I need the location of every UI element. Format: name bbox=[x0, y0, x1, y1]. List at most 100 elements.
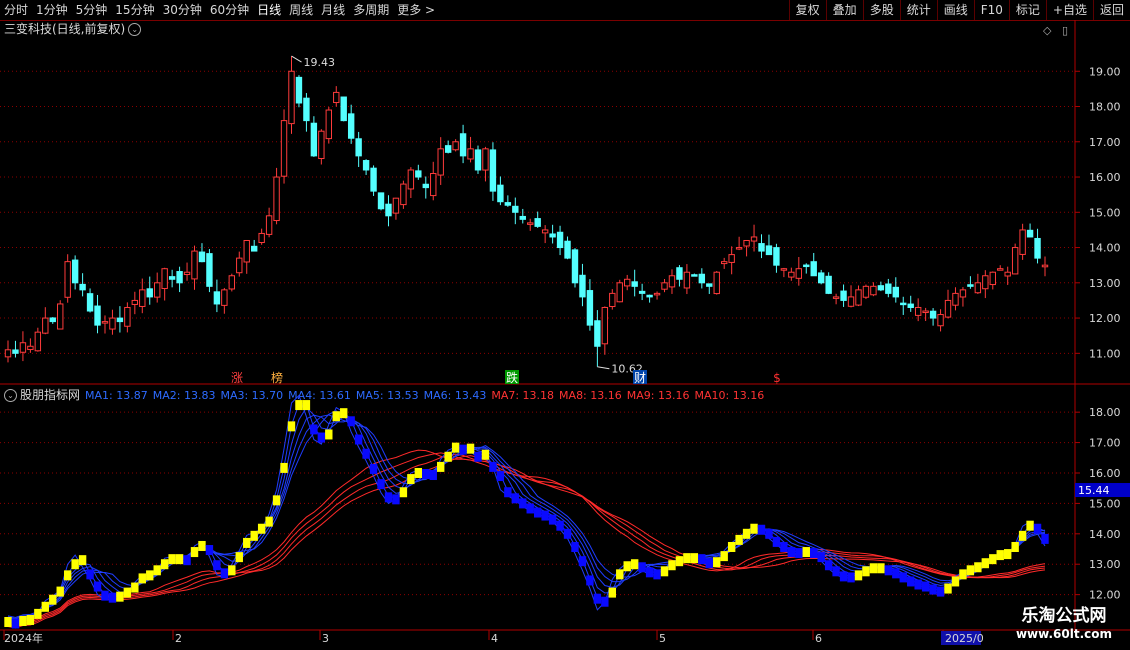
candle-body bbox=[944, 299, 952, 318]
candle-body bbox=[683, 271, 691, 289]
band-step bbox=[1026, 520, 1034, 531]
candle-body bbox=[594, 320, 601, 347]
candle-body bbox=[885, 283, 892, 294]
candle-body bbox=[407, 169, 415, 190]
ma-line-blue bbox=[7, 403, 1046, 623]
band-step bbox=[862, 566, 870, 577]
band-step bbox=[496, 471, 505, 482]
band-step bbox=[802, 547, 810, 558]
band-step bbox=[608, 587, 616, 598]
band-step bbox=[26, 614, 35, 625]
watermark-url: www.60lt.com bbox=[1015, 627, 1112, 641]
band-step bbox=[369, 463, 378, 474]
band-step bbox=[459, 444, 467, 455]
band-step bbox=[504, 487, 512, 498]
band-step bbox=[213, 560, 221, 571]
band-step bbox=[780, 541, 788, 552]
band-step bbox=[936, 586, 945, 597]
band-step bbox=[354, 434, 363, 445]
candle-body bbox=[616, 282, 623, 303]
band-step bbox=[272, 495, 281, 506]
candle-body bbox=[579, 274, 586, 298]
candle-body bbox=[362, 160, 370, 171]
band-step bbox=[519, 498, 527, 509]
candle-body bbox=[42, 317, 49, 334]
band-step bbox=[444, 451, 452, 462]
stock-chart[interactable]: 11.00 12.00 13.00 14.00 15.00 16.00 17.00 18.00… bbox=[0, 0, 1130, 650]
candle-body bbox=[467, 148, 474, 160]
candle-body bbox=[191, 250, 198, 280]
candle-body bbox=[430, 173, 437, 197]
band-step bbox=[511, 493, 520, 504]
candle-body bbox=[79, 283, 86, 291]
candle-body bbox=[139, 289, 146, 307]
candle-body bbox=[638, 290, 646, 294]
band-step bbox=[959, 569, 967, 580]
band-step bbox=[332, 411, 340, 422]
candle-body bbox=[236, 257, 243, 274]
event-marker: 榜 bbox=[271, 370, 283, 385]
candle-body bbox=[71, 259, 79, 284]
band-step bbox=[340, 408, 348, 419]
candle-body bbox=[504, 202, 512, 206]
month-label: 3 bbox=[322, 632, 329, 645]
month-label: 4 bbox=[491, 632, 498, 645]
candle-body bbox=[750, 236, 758, 242]
event-marker: 跌 bbox=[506, 370, 518, 385]
candle-body bbox=[840, 290, 847, 301]
candle-body bbox=[982, 275, 989, 290]
candle-body bbox=[795, 268, 803, 279]
high-pointer bbox=[291, 55, 302, 63]
band-step bbox=[638, 562, 646, 573]
candle-body bbox=[676, 267, 683, 280]
candle-body bbox=[154, 282, 161, 298]
band-step bbox=[11, 618, 20, 629]
candle-body bbox=[497, 184, 504, 203]
ind-tick-label: 13.00 bbox=[1089, 558, 1121, 571]
band-step bbox=[451, 442, 460, 453]
candle-body bbox=[161, 268, 168, 290]
band-step bbox=[34, 608, 42, 619]
band-step bbox=[4, 617, 12, 627]
month-label: 2 bbox=[175, 632, 182, 645]
month-label: 2024年 bbox=[4, 631, 43, 645]
band-step bbox=[630, 559, 639, 570]
candle-body bbox=[310, 122, 318, 157]
band-step bbox=[690, 553, 699, 564]
ind-tick-label: 14.00 bbox=[1089, 528, 1121, 541]
candle-body bbox=[303, 97, 310, 122]
candle-body bbox=[519, 215, 526, 220]
band-step bbox=[481, 449, 490, 460]
candle-body bbox=[116, 317, 124, 323]
band-step bbox=[668, 560, 676, 571]
candle-body bbox=[959, 289, 967, 298]
band-step bbox=[869, 563, 878, 574]
main-tick-label: 12.00 bbox=[1089, 312, 1121, 325]
month-label: 6 bbox=[815, 632, 822, 645]
candle-body bbox=[832, 296, 840, 299]
candle-body bbox=[459, 133, 467, 157]
band-step bbox=[616, 569, 624, 580]
candle-body bbox=[206, 253, 213, 287]
month-label: 5 bbox=[659, 632, 666, 645]
candle-body bbox=[176, 271, 183, 284]
main-tick-label: 13.00 bbox=[1089, 277, 1121, 290]
band-step bbox=[765, 528, 773, 539]
band-step bbox=[586, 575, 594, 586]
candle-body bbox=[183, 271, 191, 276]
band-step bbox=[295, 400, 303, 411]
candle-body bbox=[989, 271, 996, 286]
main-tick-label: 16.00 bbox=[1089, 171, 1121, 184]
candle-body bbox=[586, 290, 594, 326]
band-step bbox=[384, 492, 393, 503]
candle-body bbox=[273, 176, 280, 222]
candle-body bbox=[325, 109, 332, 140]
month-label: 2025/0 bbox=[945, 632, 984, 645]
high-label: 19.43 bbox=[303, 56, 335, 69]
candle-body bbox=[556, 231, 564, 249]
candle-body bbox=[512, 205, 519, 213]
band-step bbox=[757, 524, 766, 535]
candle-body bbox=[57, 303, 64, 330]
band-step bbox=[623, 561, 631, 572]
candle-body bbox=[1019, 229, 1026, 255]
